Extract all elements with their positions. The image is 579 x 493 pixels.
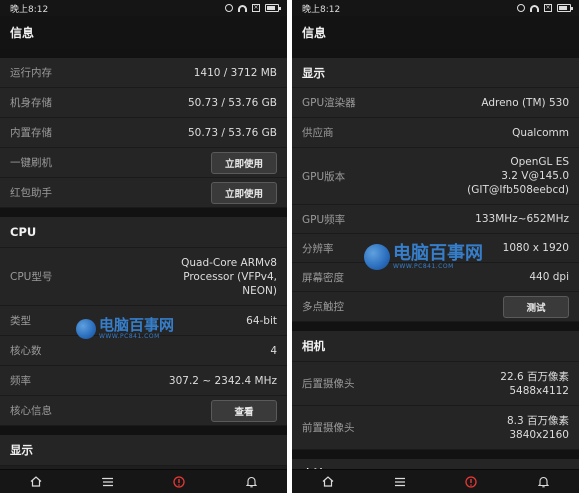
page-title: 信息: [292, 16, 579, 49]
alert-icon: [173, 475, 186, 488]
notification-icon: ×: [252, 4, 260, 12]
row-gpu-frequency: GPU频率 133MHz~652MHz: [292, 205, 579, 234]
battery-icon: [265, 4, 281, 12]
row-multitouch: 多点触控 测试: [292, 292, 579, 322]
section-battery: 电池: [292, 459, 579, 469]
row-cpu-frequency: 频率 307.2 ~ 2342.4 MHz: [0, 366, 287, 396]
row-ram: 运行内存 1410 / 3712 MB: [0, 58, 287, 88]
row-cpu-cores: 核心数 4: [0, 336, 287, 366]
redpacket-use-button[interactable]: 立即使用: [211, 181, 277, 204]
section-display: 显示: [292, 58, 579, 88]
status-bar: 晚上8:12 ×: [0, 0, 287, 16]
nav-list[interactable]: [385, 470, 415, 493]
info-list[interactable]: 显示 GPU渲染器 Adreno (TM) 530 供应商 Qualcomm G…: [292, 49, 579, 469]
home-icon: [30, 476, 42, 487]
alarm-icon: [517, 4, 525, 12]
row-gpu-renderer: GPU渲染器 Adreno (TM) 530: [292, 88, 579, 118]
row-vendor: 供应商 Qualcomm: [292, 118, 579, 148]
multitouch-test-button[interactable]: 测试: [503, 295, 569, 318]
info-list[interactable]: 运行内存 1410 / 3712 MB 机身存储 50.73 / 53.76 G…: [0, 49, 287, 469]
row-redpacket-helper: 红包助手 立即使用: [0, 178, 287, 208]
status-time: 晚上8:12: [10, 4, 49, 15]
list-icon: [101, 477, 113, 486]
row-cpu-model: CPU型号 Quad-Core ARMv8 Processor (VFPv4, …: [0, 248, 287, 306]
row-rear-camera: 后置摄像头 22.6 百万像素 5488x4112: [292, 362, 579, 406]
row-front-camera: 前置摄像头 8.3 百万像素 3840x2160: [292, 406, 579, 450]
nav-home[interactable]: [21, 470, 51, 493]
status-bar: 晚上8:12 ×: [292, 0, 579, 16]
left-screen: 晚上8:12 × 信息 运行内存 1410 / 3712 MB 机身存储 50.…: [0, 0, 287, 493]
nav-alert[interactable]: [164, 470, 194, 493]
bottom-nav: [0, 469, 287, 493]
row-internal-storage: 机身存储 50.73 / 53.76 GB: [0, 88, 287, 118]
bottom-nav: [292, 469, 579, 493]
nav-notifications[interactable]: [236, 470, 266, 493]
row-cpu-type: 类型 64-bit: [0, 306, 287, 336]
section-cpu: CPU: [0, 217, 287, 248]
row-screen-density: 屏幕密度 440 dpi: [292, 263, 579, 292]
nav-home[interactable]: [313, 470, 343, 493]
bell-icon: [537, 476, 549, 487]
row-one-click-flash: 一键刷机 立即使用: [0, 148, 287, 178]
status-time: 晚上8:12: [302, 4, 341, 15]
nav-list[interactable]: [93, 470, 123, 493]
core-info-view-button[interactable]: 查看: [211, 399, 277, 422]
alarm-icon: [225, 4, 233, 12]
wifi-icon: [530, 4, 539, 12]
notification-icon: ×: [544, 4, 552, 12]
page-title: 信息: [0, 16, 287, 49]
row-resolution: 分辨率 1080 x 1920: [292, 234, 579, 263]
row-core-info: 核心信息 查看: [0, 396, 287, 426]
nav-notifications[interactable]: [528, 470, 558, 493]
row-gpu-version: GPU版本 OpenGL ES 3.2 V@145.0 (GIT@Ifb508e…: [292, 148, 579, 205]
alert-icon: [465, 475, 478, 488]
nav-alert[interactable]: [456, 470, 486, 493]
section-camera: 相机: [292, 331, 579, 362]
battery-icon: [557, 4, 573, 12]
section-display: 显示: [0, 435, 287, 466]
flash-use-button[interactable]: 立即使用: [211, 151, 277, 174]
bell-icon: [245, 476, 257, 487]
home-icon: [322, 476, 334, 487]
row-builtin-storage: 内置存储 50.73 / 53.76 GB: [0, 118, 287, 148]
right-screen: 晚上8:12 × 信息 显示 GPU渲染器 Adreno (TM) 530 供应…: [292, 0, 579, 493]
wifi-icon: [238, 4, 247, 12]
list-icon: [394, 477, 405, 486]
